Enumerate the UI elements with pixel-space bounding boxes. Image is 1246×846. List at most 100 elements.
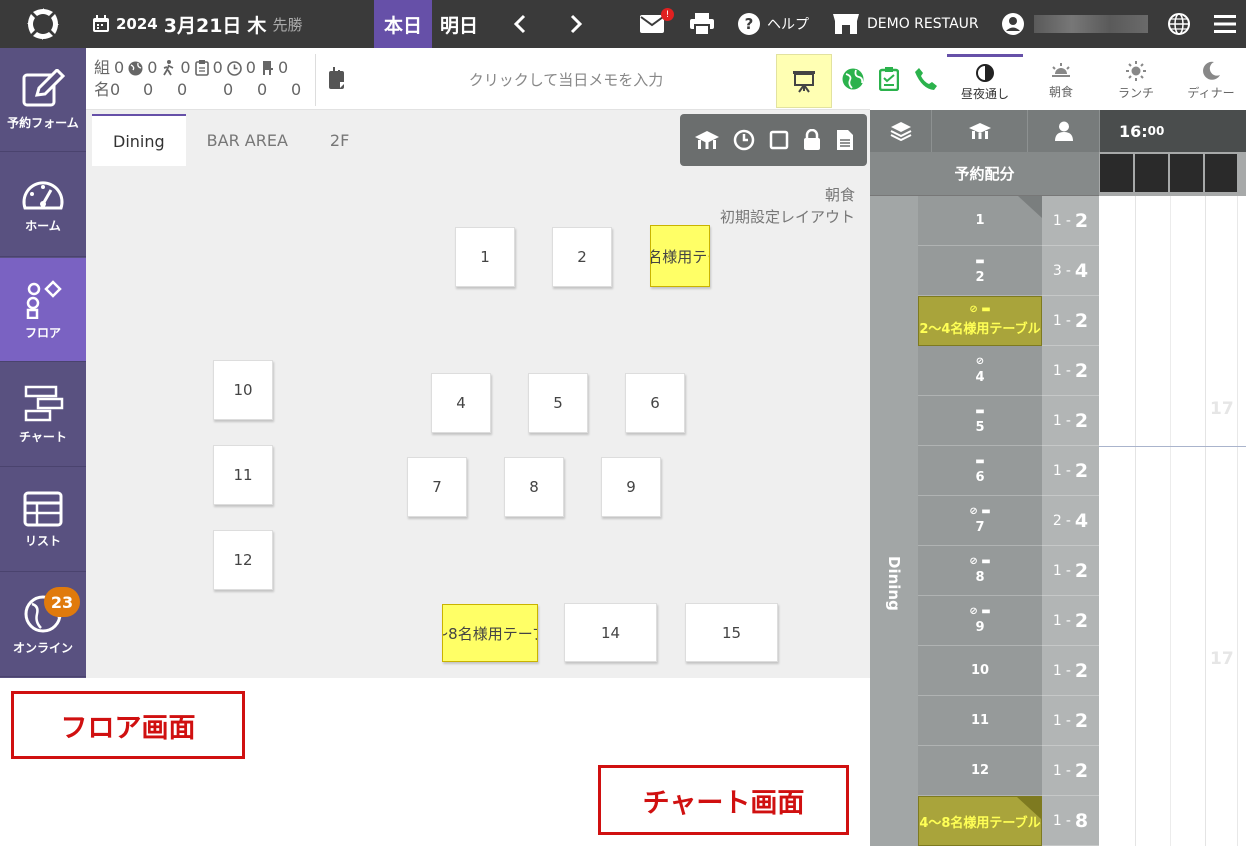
chart-row-name[interactable]: 10 bbox=[918, 646, 1042, 696]
floor-table[interactable]: 10 bbox=[213, 360, 273, 420]
floor-table-selected[interactable]: ～8名様用テーブ bbox=[442, 604, 538, 662]
document-icon[interactable] bbox=[836, 129, 854, 151]
floor-table[interactable]: 2 bbox=[552, 227, 612, 287]
presentation-button[interactable] bbox=[776, 54, 832, 108]
time-minutes: 00 bbox=[1147, 124, 1165, 138]
user-icon bbox=[1054, 121, 1073, 141]
tab-dining[interactable]: Dining bbox=[92, 114, 186, 166]
chart-row-capacity: 1-2 bbox=[1042, 346, 1099, 396]
count-value: 0 bbox=[177, 80, 188, 99]
shapes-icon bbox=[26, 279, 62, 319]
grid-line bbox=[1237, 196, 1238, 846]
date-display[interactable]: 2024 3月21日 木 先勝 bbox=[92, 0, 302, 48]
chart-row-name[interactable]: ⊘ ▬ 7 bbox=[918, 496, 1042, 546]
sidebar-item-list[interactable]: リスト bbox=[0, 468, 86, 572]
restaurant-selector[interactable]: DEMO RESTAUR bbox=[832, 0, 980, 48]
sidebar-item-home[interactable]: ホーム bbox=[0, 153, 86, 257]
table-view-button[interactable] bbox=[932, 110, 1028, 152]
sidebar-item-label: フロア bbox=[24, 325, 61, 340]
capacity-min: 1 bbox=[1052, 812, 1062, 829]
divider bbox=[315, 54, 316, 106]
chart-row-name[interactable]: ▬ 2 bbox=[918, 246, 1042, 296]
meal-tab-breakfast[interactable]: 朝食 bbox=[1023, 54, 1099, 108]
floor-table[interactable]: 4 bbox=[431, 373, 491, 433]
grid-line bbox=[1135, 196, 1136, 846]
app: 2024 3月21日 木 先勝 本日 明日 ! ? ヘルプ DEMO RESTA… bbox=[0, 0, 1246, 846]
chart-row-name[interactable]: ⊘ 4 bbox=[918, 346, 1042, 396]
prev-day-button[interactable] bbox=[512, 0, 528, 48]
chart-row-name[interactable]: 1 bbox=[918, 196, 1042, 246]
square-icon[interactable] bbox=[769, 130, 789, 150]
lock-icon[interactable] bbox=[802, 129, 822, 151]
meal-tab-all-day[interactable]: 昼夜通し bbox=[947, 54, 1023, 108]
floor-table[interactable]: 1 bbox=[455, 227, 515, 287]
guest-view-button[interactable] bbox=[1028, 110, 1100, 152]
daily-memo-input[interactable]: クリックして当日メモを入力 bbox=[356, 48, 776, 110]
reservation-counts: 組 0 0 0 0 0 0 名 0 0 0 0 0 0 bbox=[94, 57, 301, 101]
floor-table[interactable]: 15 bbox=[685, 603, 778, 662]
floor-table[interactable]: 14 bbox=[564, 603, 657, 662]
store-icon bbox=[833, 14, 859, 34]
meal-tab-lunch[interactable]: ランチ bbox=[1098, 54, 1174, 108]
today-button[interactable]: 本日 bbox=[374, 0, 432, 48]
row-label: 2 bbox=[975, 269, 985, 285]
capacity-max: 2 bbox=[1074, 759, 1089, 782]
chart-row-capacity: 1-2 bbox=[1042, 646, 1099, 696]
tab-2f[interactable]: 2F bbox=[309, 114, 370, 166]
mail-button[interactable]: ! bbox=[640, 0, 674, 48]
floor-table[interactable]: 11 bbox=[213, 445, 273, 505]
sidebar-item-online[interactable]: 23 オンライン bbox=[0, 573, 86, 677]
online-status-button[interactable] bbox=[842, 48, 864, 110]
hamburger-menu[interactable] bbox=[1214, 0, 1236, 48]
chart-row-name[interactable]: ▬ 5 bbox=[918, 396, 1042, 446]
floor-table[interactable]: 9 bbox=[601, 457, 661, 517]
meal-tab-label: ランチ bbox=[1117, 86, 1154, 100]
chart-row-name-selected[interactable]: 4～8名様用テーブル bbox=[918, 796, 1042, 846]
time-slot[interactable] bbox=[1205, 154, 1237, 192]
tab-bar-area[interactable]: BAR AREA bbox=[186, 114, 309, 166]
sidebar-item-reservation-form[interactable]: 予約フォーム bbox=[0, 48, 86, 152]
sidebar-item-chart[interactable]: チャート bbox=[0, 363, 86, 467]
time-slot[interactable] bbox=[1100, 154, 1133, 192]
phone-button[interactable] bbox=[914, 48, 938, 110]
chevron-right-icon bbox=[570, 14, 583, 34]
chevron-left-icon bbox=[513, 14, 526, 34]
meal-tab-dinner[interactable]: ディナー bbox=[1173, 54, 1246, 108]
chart-row-name-selected[interactable]: ⊘ ▬ 2～4名様用テーブル bbox=[918, 296, 1042, 346]
help-button[interactable]: ? ヘルプ bbox=[738, 0, 809, 48]
time-slot[interactable] bbox=[1170, 154, 1203, 192]
row-label: 12 bbox=[970, 763, 990, 778]
floor-screen-callout: フロア画面 bbox=[11, 691, 245, 759]
chart-row-name[interactable]: ⊘ ▬ 9 bbox=[918, 596, 1042, 646]
user-menu[interactable] bbox=[1002, 0, 1024, 48]
table-layout-icon[interactable] bbox=[694, 130, 720, 150]
corner-fold-icon bbox=[1018, 196, 1042, 218]
floor-table-selected[interactable]: 4名様用テー bbox=[650, 225, 710, 287]
chart-row-name[interactable]: ⊘ ▬ 8 bbox=[918, 546, 1042, 596]
next-day-button[interactable] bbox=[568, 0, 584, 48]
print-button[interactable] bbox=[690, 0, 714, 48]
floor-table[interactable]: 7 bbox=[407, 457, 467, 517]
tomorrow-button[interactable]: 明日 bbox=[440, 0, 478, 48]
table-layout-icon bbox=[968, 123, 991, 139]
no-smoking-icon: ⊘ bbox=[975, 355, 985, 367]
time-slot[interactable] bbox=[1135, 154, 1168, 192]
year-text: 2024 bbox=[116, 15, 158, 33]
count-value: 0 bbox=[147, 58, 158, 77]
clock-icon[interactable] bbox=[733, 129, 755, 151]
task-button[interactable] bbox=[879, 48, 899, 110]
printer-icon bbox=[690, 13, 714, 35]
floor-table[interactable]: 6 bbox=[625, 373, 685, 433]
language-button[interactable] bbox=[1168, 0, 1190, 48]
chart-row-capacity: 1-2 bbox=[1042, 596, 1099, 646]
chart-row-name[interactable]: 11 bbox=[918, 696, 1042, 746]
floor-table[interactable]: 8 bbox=[504, 457, 564, 517]
app-logo[interactable] bbox=[0, 0, 86, 48]
floor-table[interactable]: 5 bbox=[528, 373, 588, 433]
sidebar-item-floor[interactable]: フロア bbox=[0, 258, 86, 362]
chart-row-name[interactable]: 12 bbox=[918, 746, 1042, 796]
chart-grid[interactable]: 17 17 bbox=[1099, 196, 1246, 846]
floor-table[interactable]: 12 bbox=[213, 530, 273, 590]
layers-button[interactable] bbox=[870, 110, 932, 152]
chart-row-name[interactable]: ▬ 6 bbox=[918, 446, 1042, 496]
